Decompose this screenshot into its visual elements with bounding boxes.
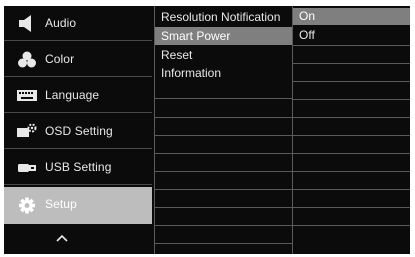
keyboard-icon	[17, 90, 37, 101]
menu-item-language[interactable]: Language	[4, 78, 152, 113]
row-divider	[155, 135, 292, 136]
menu-item-label: OSD Setting	[45, 124, 113, 138]
menu-item-osd-setting[interactable]: OSD Setting	[4, 114, 152, 149]
submenu-item-reset[interactable]: Reset	[155, 46, 292, 64]
submenu-item-label: Resolution Notification	[161, 10, 281, 24]
menu-item-label: Audio	[45, 16, 77, 30]
chevron-up-icon[interactable]	[56, 234, 68, 242]
row-divider	[293, 45, 410, 46]
color-circles-icon	[18, 51, 36, 68]
row-divider	[155, 189, 292, 190]
submenu-item-smart-power[interactable]: Smart Power	[155, 27, 292, 45]
row-divider	[155, 225, 292, 226]
row-divider	[293, 189, 410, 190]
row-divider	[155, 153, 292, 154]
menu-item-label: USB Setting	[45, 160, 112, 174]
option-off[interactable]: Off	[293, 27, 410, 44]
menu-item-setup[interactable]: Setup	[4, 187, 152, 224]
speaker-icon	[19, 15, 31, 32]
row-divider	[155, 243, 292, 244]
row-divider	[293, 207, 410, 208]
row-divider	[293, 117, 410, 118]
main-menu: Audio Color Language OSD Setting USB Set…	[4, 6, 152, 254]
menu-item-label: Language	[45, 88, 100, 102]
submenu-item-label: Reset	[161, 48, 193, 62]
row-divider	[293, 81, 410, 82]
option-label: On	[299, 9, 316, 23]
row-divider	[155, 207, 292, 208]
option-label: Off	[299, 28, 315, 42]
display-gear-icon	[17, 123, 37, 137]
submenu-item-label: Smart Power	[161, 29, 231, 43]
option-on[interactable]: On	[293, 8, 410, 25]
osd-menu: Audio Color Language OSD Setting USB Set…	[4, 6, 410, 254]
submenu-item-information[interactable]: Information	[155, 64, 292, 82]
row-divider	[155, 171, 292, 172]
row-divider	[155, 117, 292, 118]
options-panel: On Off	[293, 6, 410, 254]
row-divider	[293, 225, 410, 226]
submenu-item-resolution-notification[interactable]: Resolution Notification	[155, 8, 292, 26]
gear-icon	[19, 197, 35, 214]
row-divider	[293, 171, 410, 172]
menu-item-label: Setup	[45, 197, 77, 211]
row-divider	[293, 99, 410, 100]
row-divider	[293, 153, 410, 154]
menu-item-label: Color	[45, 52, 75, 66]
menu-item-color[interactable]: Color	[4, 42, 152, 77]
submenu: Resolution Notification Smart Power Rese…	[154, 6, 293, 254]
row-divider	[293, 135, 410, 136]
menu-item-audio[interactable]: Audio	[4, 6, 152, 41]
row-divider	[155, 98, 292, 99]
row-divider	[293, 63, 410, 64]
menu-item-usb-setting[interactable]: USB Setting	[4, 150, 152, 185]
usb-plug-icon	[18, 164, 36, 172]
submenu-item-label: Information	[161, 66, 222, 80]
